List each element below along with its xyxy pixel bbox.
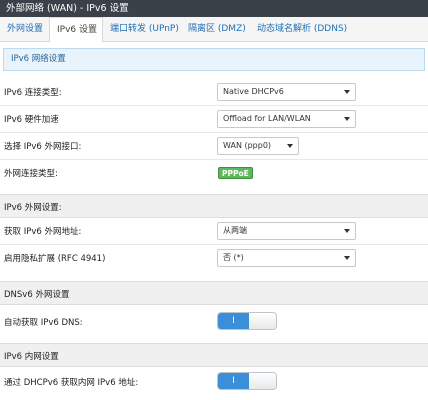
row-wan-interface: 选择 IPv6 外网接口: WAN (ppp0) [0,133,428,160]
connection-type-select[interactable]: Native DHCPv6 [217,83,356,101]
connection-type-label: IPv6 连接类型: [4,88,62,98]
tab-dmz[interactable]: 隔离区 (DMZ) [181,17,252,42]
wan-interface-label: 选择 IPv6 外网接口: [4,142,82,152]
section-dns-settings: DNSv6 外网设置 [0,281,428,305]
row-auto-dns: 自动获取 IPv6 DNS: I [0,305,428,339]
get-address-label: 获取 IPv6 外网地址: [4,227,82,237]
toggle-on-indicator: I [218,313,250,329]
wan-conn-type-badge: PPPoE [218,167,253,179]
toggle-on-indicator: I [218,373,250,389]
auto-dns-label: 自动获取 IPv6 DNS: [4,318,83,328]
info-title: IPv6 网络设置 [3,48,425,71]
privacy-ext-value: 否 (*) [223,253,244,262]
tab-ddns[interactable]: 动态域名解析 (DDNS) [250,17,360,42]
tab-ipv6-settings[interactable]: IPv6 设置 [49,17,103,43]
section-lan-title: IPv6 内网设置 [4,352,59,362]
chevron-down-icon [344,90,350,94]
section-wan-settings: IPv6 外网设置: [0,194,428,218]
wan-interface-value: WAN (ppp0) [223,141,272,150]
get-address-select[interactable]: 从两端 [217,222,356,240]
chevron-down-icon [287,144,293,148]
dhcpv6-addr-label: 通过 DHCPv6 获取内网 IPv6 地址: [4,378,139,388]
row-get-address: 获取 IPv6 外网地址: 从两端 [0,218,428,245]
row-wan-conn-type: 外网连接类型: PPPoE [0,160,428,194]
row-hw-accel: IPv6 硬件加速 Offload for LAN/WLAN [0,106,428,133]
auto-dns-toggle[interactable]: I [217,312,277,330]
hw-accel-label: IPv6 硬件加速 [4,115,59,125]
section-lan-settings: IPv6 内网设置 [0,343,428,367]
privacy-ext-select[interactable]: 否 (*) [217,249,356,267]
connection-type-value: Native DHCPv6 [223,87,284,96]
tab-port-forwarding[interactable]: 端口转发 (UPnP) [103,17,182,42]
wan-conn-type-label: 外网连接类型: [4,169,58,179]
section-dns-title: DNSv6 外网设置 [4,290,70,300]
section-wan-title: IPv6 外网设置: [4,203,62,213]
hw-accel-value: Offload for LAN/WLAN [223,114,311,123]
tab-wan-settings[interactable]: 外网设置 [0,17,50,42]
privacy-ext-label: 启用隐私扩展 (RFC 4941) [4,254,106,264]
row-dhcpv6-addr: 通过 DHCPv6 获取内网 IPv6 地址: I [0,367,428,400]
chevron-down-icon [344,256,350,260]
tab-bar: 外网设置 IPv6 设置 端口转发 (UPnP) 隔离区 (DMZ) 动态域名解… [0,17,428,43]
chevron-down-icon [344,229,350,233]
row-connection-type: IPv6 连接类型: Native DHCPv6 [0,79,428,106]
window-title: 外部网络 (WAN) - IPv6 设置 [0,0,428,17]
get-address-value: 从两端 [223,226,247,235]
settings-panel: IPv6 网络设置 IPv6 连接类型: Native DHCPv6 IPv6 … [0,42,428,400]
row-privacy-ext: 启用隐私扩展 (RFC 4941) 否 (*) [0,245,428,281]
hw-accel-select[interactable]: Offload for LAN/WLAN [217,110,356,128]
dhcpv6-addr-toggle[interactable]: I [217,372,277,390]
wan-interface-select[interactable]: WAN (ppp0) [217,137,299,155]
chevron-down-icon [344,117,350,121]
toggle-off-knob [249,373,276,389]
toggle-off-knob [249,313,276,329]
